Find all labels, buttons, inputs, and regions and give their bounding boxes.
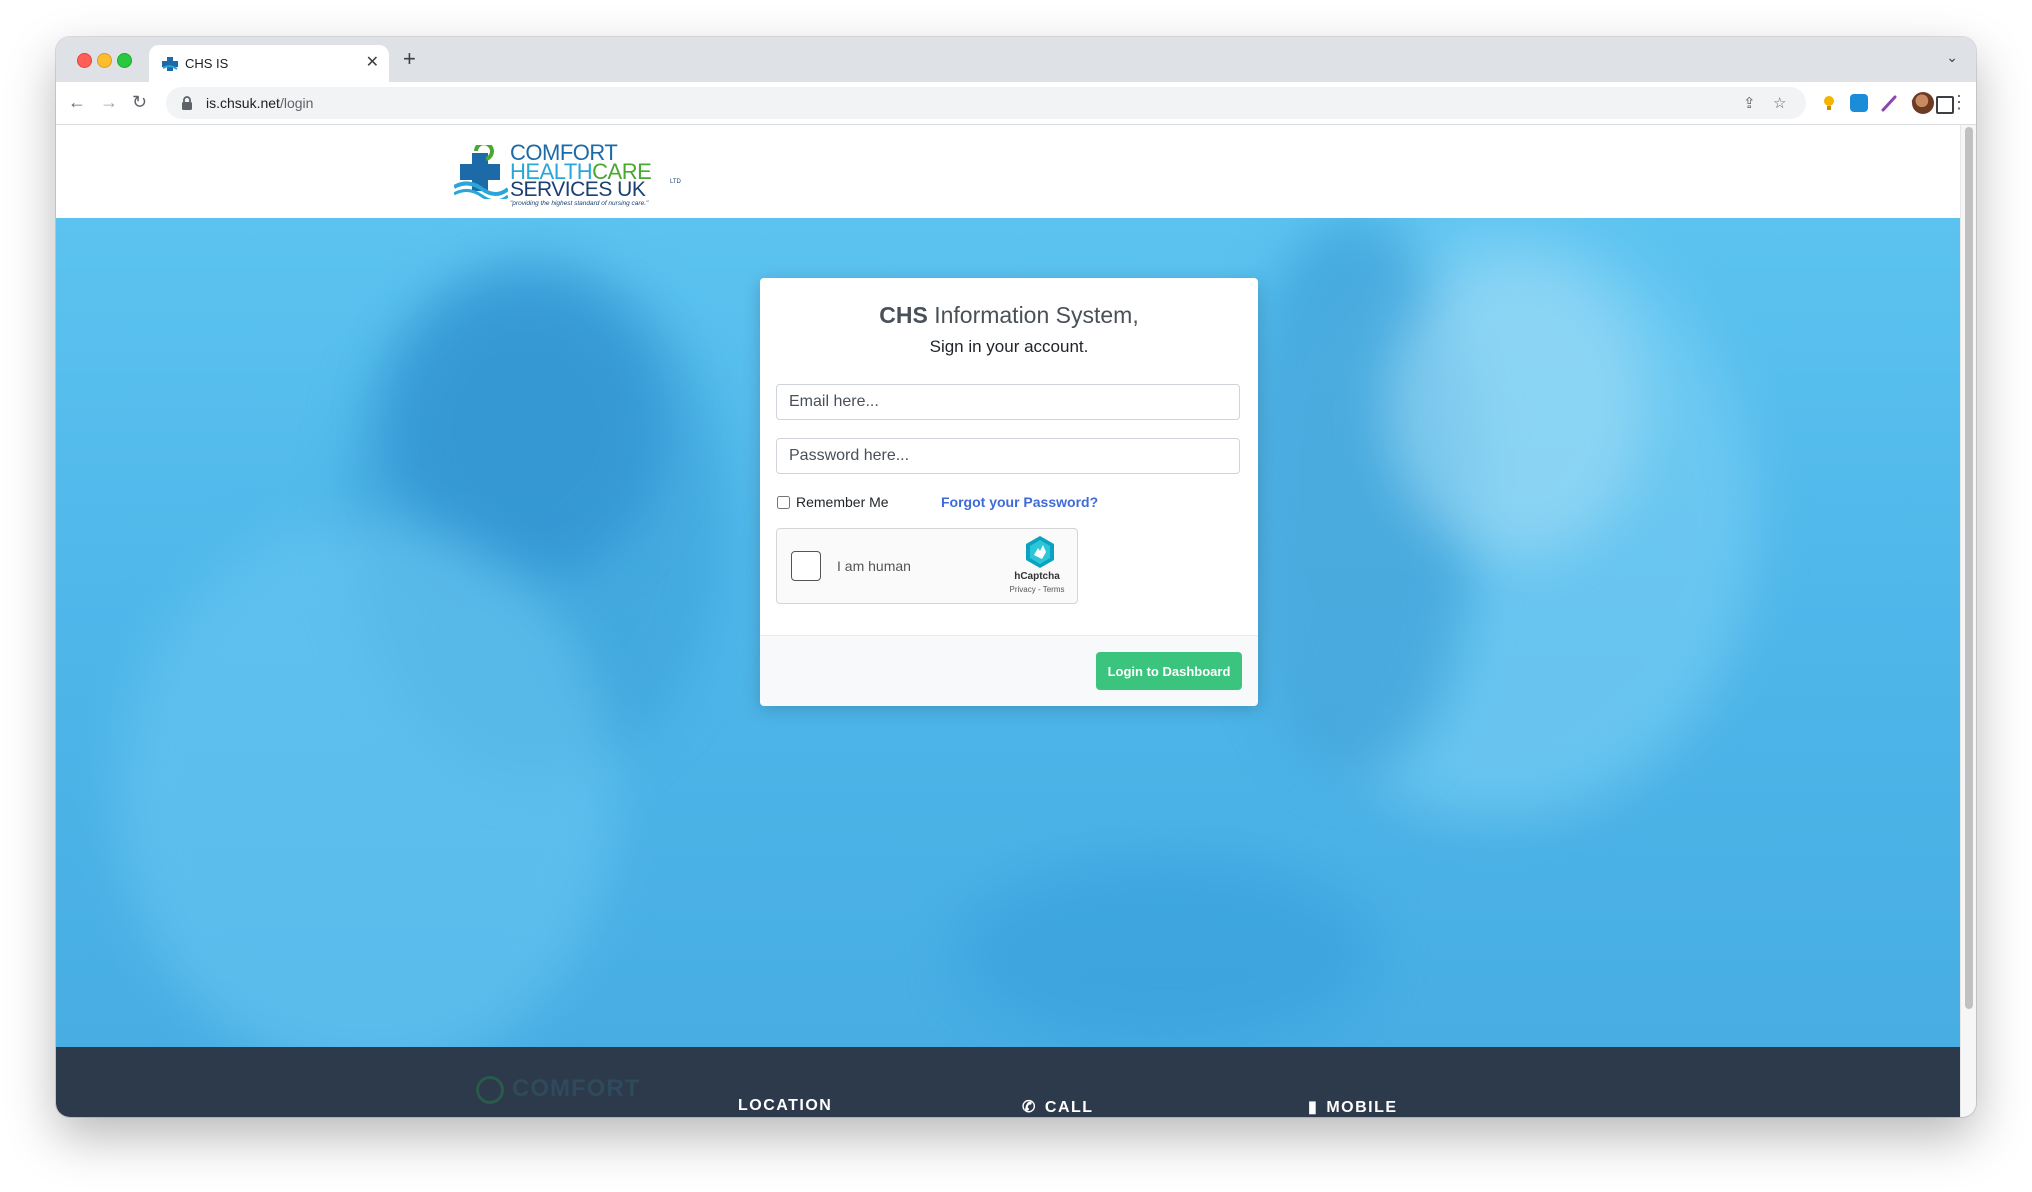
- browser-window: CHS IS ✕ + ⌄ ← → ↻ is.chsuk.net/login ⇪ …: [56, 37, 1976, 1117]
- url-host: is.chsuk.net: [206, 95, 280, 111]
- captcha-brand: hCaptcha: [1014, 571, 1060, 582]
- remember-me-checkbox[interactable]: [777, 496, 790, 509]
- captcha-label: I am human: [837, 558, 911, 574]
- share-icon[interactable]: ⇪: [1743, 94, 1756, 112]
- tab-close-icon[interactable]: ✕: [366, 53, 379, 73]
- minimize-window-button[interactable]: [97, 53, 112, 68]
- url-text: is.chsuk.net/login: [206, 95, 313, 111]
- login-title-bold: CHS: [879, 302, 928, 328]
- login-to-dashboard-button[interactable]: Login to Dashboard: [1096, 652, 1242, 690]
- captcha-privacy-terms-links[interactable]: Privacy - Terms: [1001, 585, 1073, 594]
- footer-logo-icon: [476, 1075, 504, 1104]
- email-field[interactable]: [776, 384, 1240, 420]
- forgot-password-link[interactable]: Forgot your Password?: [941, 494, 1098, 510]
- logo-tagline: "providing the highest standard of nursi…: [510, 200, 649, 207]
- footer-logo-text: COMFORT: [512, 1075, 641, 1102]
- hcaptcha-logo-icon: [1026, 536, 1054, 568]
- maximize-window-button[interactable]: [117, 53, 132, 68]
- address-bar[interactable]: is.chsuk.net/login ⇪ ☆: [166, 87, 1806, 119]
- extension-bulb-icon[interactable]: [1820, 94, 1838, 112]
- remember-me-label[interactable]: Remember Me: [796, 494, 889, 510]
- favicon-icon: [162, 57, 178, 71]
- extension-feather-icon[interactable]: [1880, 94, 1898, 112]
- login-title-rest: Information System,: [927, 302, 1139, 328]
- medical-cross-logo-icon: [454, 145, 508, 199]
- phone-icon: ✆: [1022, 1099, 1037, 1116]
- hero-background: CHS Information System, Sign in your acc…: [56, 218, 1960, 1047]
- logo-ltd: LTD: [670, 179, 681, 185]
- extension-square-icon[interactable]: [1850, 94, 1868, 112]
- login-card-footer: Login to Dashboard: [760, 635, 1258, 706]
- company-logo[interactable]: COMFORT HEALTHCARE SERVICES UK LTD "prov…: [454, 139, 684, 207]
- footer-call-text: CALL: [1044, 1099, 1094, 1116]
- footer-mobile-heading: ▮ MOBILE: [1308, 1097, 1398, 1117]
- tab-search-chevron-icon[interactable]: ⌄: [1946, 49, 1958, 66]
- page-content: COMFORT HEALTHCARE SERVICES UK LTD "prov…: [56, 125, 1960, 1117]
- reload-icon[interactable]: ↻: [132, 91, 147, 113]
- lock-icon: [182, 96, 192, 110]
- mobile-phone-icon: ▮: [1308, 1099, 1319, 1116]
- login-card: CHS Information System, Sign in your acc…: [760, 278, 1258, 706]
- bookmark-star-icon[interactable]: ☆: [1773, 94, 1786, 112]
- browser-tab[interactable]: CHS IS ✕: [149, 45, 389, 82]
- site-footer: COMFORT LOCATION ✆ CALL ▮ MOBILE: [56, 1047, 1960, 1117]
- footer-mobile-text: MOBILE: [1326, 1099, 1398, 1116]
- logo-text-line3: SERVICES UK: [510, 178, 646, 201]
- back-arrow-icon[interactable]: ←: [68, 91, 86, 113]
- close-window-button[interactable]: [77, 53, 92, 68]
- scrollbar-thumb[interactable]: [1965, 127, 1973, 1009]
- tab-title: CHS IS: [185, 56, 229, 71]
- login-title: CHS Information System,: [760, 302, 1258, 329]
- password-field[interactable]: [776, 438, 1240, 474]
- page-scrollbar[interactable]: [1960, 125, 1976, 1117]
- site-header: COMFORT HEALTHCARE SERVICES UK LTD "prov…: [56, 125, 1960, 220]
- forward-arrow-icon[interactable]: →: [100, 91, 118, 113]
- browser-toolbar: ← → ↻ is.chsuk.net/login ⇪ ☆ ✚: [56, 82, 1976, 125]
- captcha-checkbox[interactable]: [791, 551, 821, 581]
- login-subtitle: Sign in your account.: [929, 337, 1089, 356]
- footer-call-heading: ✆ CALL: [1022, 1097, 1094, 1117]
- url-path: /login: [279, 95, 314, 111]
- browser-menu-icon[interactable]: ⋮: [1950, 91, 1968, 113]
- footer-location-heading: LOCATION: [738, 1097, 833, 1114]
- profile-avatar[interactable]: [1912, 92, 1934, 114]
- hero-coat-left: [116, 518, 616, 1047]
- hcaptcha-widget: I am human hCaptcha Privacy - Terms: [776, 528, 1078, 604]
- hero-face-right: [1386, 258, 1646, 558]
- tab-strip: CHS IS ✕ + ⌄: [56, 37, 1976, 82]
- new-tab-icon[interactable]: +: [403, 46, 416, 72]
- hero-tablet: [956, 858, 1376, 1047]
- footer-logo: COMFORT: [476, 1075, 640, 1104]
